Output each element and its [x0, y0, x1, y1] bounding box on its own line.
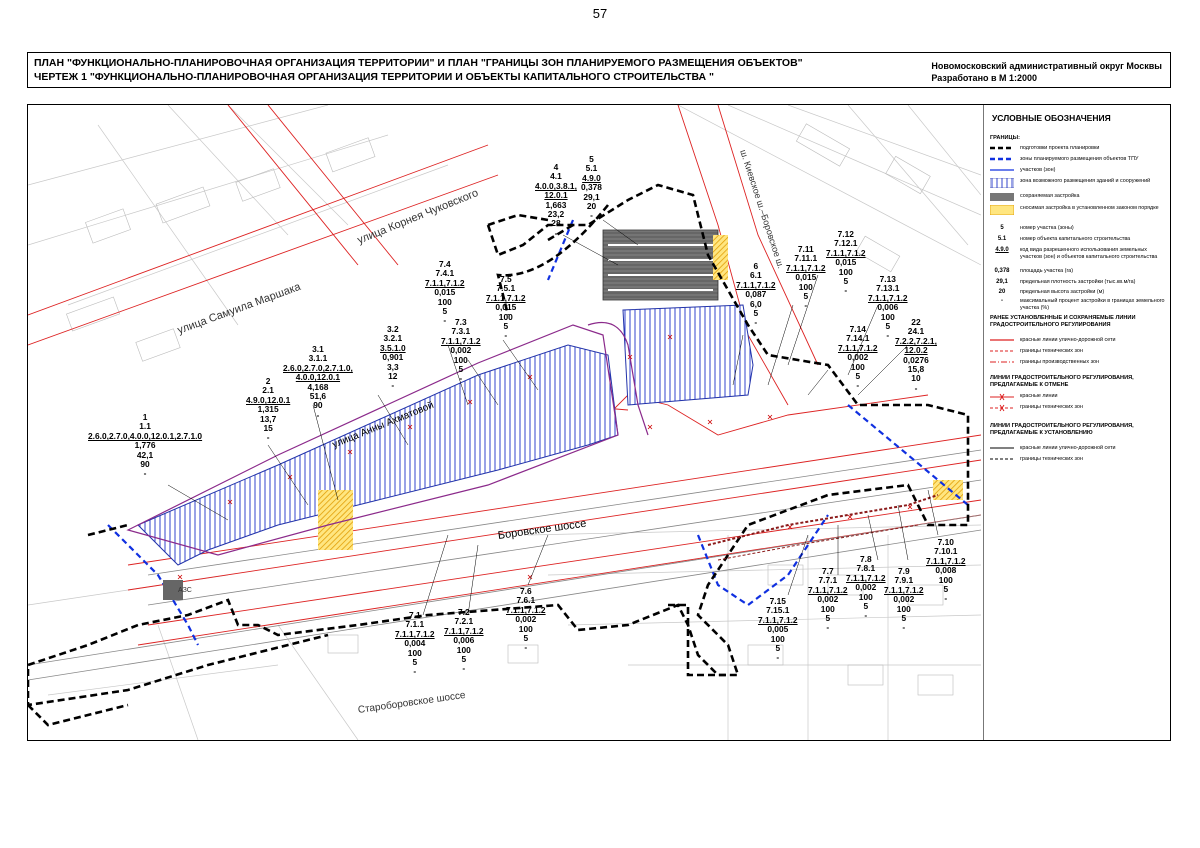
blue-line-icon	[990, 169, 1014, 171]
label-zone-7-15: 7.15 7.15.1 7.1.1,7.1.2 0,005 100 5-	[758, 596, 798, 663]
legend-boundaries-head: ГРАНИЦЫ:	[990, 135, 1020, 141]
label-zone-7-3: 7.3 7.3.1 7.1.1,7.1.2 0,002 100 5-	[441, 317, 481, 384]
label-zone-6: 6 6.1 7.1.1,7.1.2 0,087 6,0 5-	[736, 261, 776, 328]
label-zone-7-10: 7.10 7.10.1 7.1.1,7.1.2 0,008 100 5-	[926, 537, 966, 604]
legend-new-head: ЛИНИИ ГРАДОСТРОИТЕЛЬНОГО РЕГУЛИРОВАНИЯ, …	[990, 423, 1134, 436]
label-zone-7-2: 7.2 7.2.1 7.1.1,7.1.2 0,006 100 5-	[444, 607, 484, 674]
red-cross-dash-icon	[990, 404, 1014, 412]
page-number: 57	[592, 6, 608, 21]
legend-title: УСЛОВНЫЕ ОБОЗНАЧЕНИЯ	[992, 113, 1111, 123]
legend-prev-head: РАНЕЕ УСТАНОВЛЕННЫЕ И СОХРАНЯЕМЫЕ ЛИНИИ …	[990, 315, 1136, 328]
label-zone-4: 4 4.1 4.0.0,3.8.1, 12.0.1 1,663 23,2 28-	[535, 162, 577, 238]
org-block: Новомосковский административный округ Мо…	[931, 60, 1162, 84]
title-header: ПЛАН "ФУНКЦИОНАЛЬНО-ПЛАНИРОВОЧНАЯ ОРГАНИ…	[27, 52, 1171, 88]
label-zone-3-2: 3.2 3.2.1 3.5.1.0 0,901 3,3 12-	[380, 324, 406, 391]
label-zone-7-14: 7.14 7.14.1 7.1.1,7.1.2 0,002 100 5-	[838, 324, 878, 391]
legend-cancel-head: ЛИНИИ ГРАДОСТРОИТЕЛЬНОГО РЕГУЛИРОВАНИЯ, …	[990, 375, 1134, 388]
grey-block-icon	[990, 193, 1014, 201]
black-line-icon	[990, 447, 1014, 449]
label-zone-22: 22 24.1 7.2.2,7.2.1, 12.0.2 0,0276 15,8 10-	[895, 317, 937, 393]
tpu-zone-right	[622, 304, 754, 406]
azs-label: АЗС	[178, 587, 192, 594]
label-zone-5: 5 5.1 4.9.0 0,378 29,1 20-	[581, 154, 602, 221]
red-dashdot-icon	[990, 361, 1014, 363]
red-line-icon	[990, 339, 1014, 341]
black-dash-thin-icon	[990, 458, 1014, 460]
label-zone-7-5: 7.5 7.5.1 7.1.1,7.1.2 0,015 100 5-	[486, 274, 526, 341]
label-zone-7-12: 7.12 7.12.1 7.1.1,7.1.2 0,015 100 5-	[826, 229, 866, 296]
red-cross-line-icon	[990, 393, 1014, 401]
title-line-1: ПЛАН "ФУНКЦИОНАЛЬНО-ПЛАНИРОВОЧНАЯ ОРГАНИ…	[34, 57, 803, 69]
label-zone-7-11: 7.11 7.11.1 7.1.1,7.1.2 0,015 100 5-	[786, 244, 826, 311]
label-zone-7-9: 7.9 7.9.1 7.1.1,7.1.2 0,002 100 5-	[884, 566, 924, 633]
plan-title: ПЛАН "ФУНКЦИОНАЛЬНО-ПЛАНИРОВОЧНАЯ ОРГАНИ…	[34, 56, 803, 84]
label-zone-7-4: 7.4 7.4.1 7.1.1,7.1.2 0,015 100 5-	[425, 259, 465, 326]
scale-note: Разработано в М 1:2000	[931, 73, 1038, 83]
map-frame: улица Корнея Чуковского улица Самуила Ма…	[27, 104, 1171, 741]
label-zone-1: 1 1.1 2.6.0,2.7.0,4.0.0,12.0.1,2.7.1.0 1,77…	[88, 412, 203, 479]
blue-dash-icon	[990, 157, 1014, 161]
label-zone-7-7: 7.7 7.7.1 7.1.1,7.1.2 0,002 100 5-	[808, 566, 848, 633]
demolition-2	[713, 235, 728, 280]
tech-zone	[707, 494, 939, 546]
label-zone-3-1: 3.1 3.1.1 2.6.0,2.7.0,2.7.1.0, 4.0.0,12.0.1…	[283, 344, 353, 420]
red-dash-icon	[990, 350, 1014, 352]
district-name: Новомосковский административный округ Мо…	[931, 61, 1162, 71]
legend-panel: УСЛОВНЫЕ ОБОЗНАЧЕНИЯ ГРАНИЦЫ: подготовки…	[983, 105, 1170, 740]
label-zone-7-1: 7.1 7.1.1 7.1.1,7.1.2 0,004 100 5-	[395, 610, 435, 677]
label-zone-7-8: 7.8 7.8.1 7.1.1,7.1.2 0,002 100 5-	[846, 554, 886, 621]
black-dash-icon	[990, 146, 1014, 150]
title-line-2: ЧЕРТЕЖ 1 "ФУНКЦИОНАЛЬНО-ПЛАНИРОВОЧНАЯ ОР…	[34, 71, 715, 83]
label-zone-7-6: 7.6 7.6.1 7.1.1,7.1.2 0,002 100 5-	[506, 586, 546, 653]
hatch-icon	[990, 178, 1014, 188]
orange-hatch-icon	[990, 205, 1014, 215]
